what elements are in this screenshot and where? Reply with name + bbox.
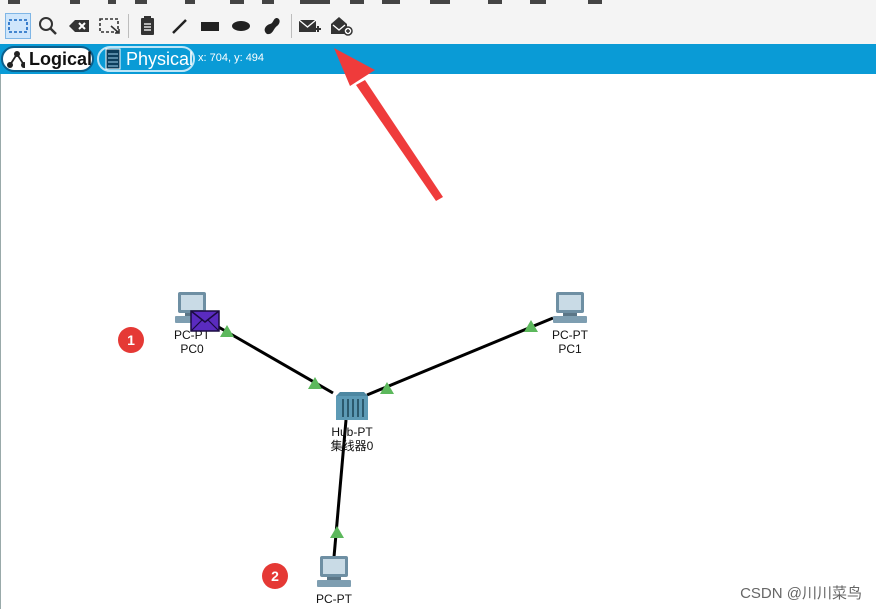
resize-icon — [99, 18, 120, 34]
pdu-envelope-icon — [190, 310, 220, 337]
rectangle-tool-button[interactable] — [197, 13, 223, 39]
device-pc2[interactable]: PC-PT — [302, 555, 366, 606]
device-pc1[interactable]: PC-PT PC1 — [538, 291, 602, 356]
freeform-icon — [264, 18, 280, 35]
inspect-tool-button[interactable] — [35, 13, 61, 39]
ellipse-icon — [232, 21, 250, 31]
cursor-coordinates: x: 704, y: 494 — [198, 52, 265, 64]
tab-logical-label: Logical — [28, 48, 92, 69]
tab-logical[interactable]: Logical — [1, 46, 94, 72]
note-icon — [141, 16, 154, 35]
delete-tool-button[interactable] — [66, 13, 92, 39]
device-name-label: 集线器0 — [330, 439, 374, 453]
ellipse-tool-button[interactable] — [228, 13, 254, 39]
tab-physical[interactable]: Physical — [97, 46, 195, 72]
hub-icon — [336, 392, 368, 420]
device-type-label: PC-PT — [552, 328, 588, 342]
device-type-label: PC-PT — [316, 592, 352, 606]
logical-topology-icon — [7, 51, 25, 68]
pc-icon — [317, 556, 351, 587]
pc-icon — [553, 292, 587, 323]
toolbar-separator — [128, 14, 129, 38]
rectangle-icon — [201, 22, 219, 31]
freeform-tool-button[interactable] — [258, 13, 284, 39]
tab-physical-label: Physical — [125, 48, 193, 69]
select-tool-button[interactable] — [5, 13, 31, 39]
partially-visible-toolbar-row — [0, 0, 876, 8]
physical-rack-icon — [105, 48, 121, 70]
line-tool-button[interactable] — [166, 13, 192, 39]
step-badge-2: 2 — [262, 563, 288, 589]
watermark: CSDN @川川菜鸟 — [740, 585, 862, 602]
line-icon — [172, 19, 187, 34]
inspect-icon — [39, 17, 57, 35]
resize-tool-button[interactable] — [97, 13, 123, 39]
toolbar — [0, 0, 876, 45]
device-type-label: Hub-PT — [331, 425, 373, 439]
step-badge-1: 1 — [118, 327, 144, 353]
delete-icon — [69, 20, 89, 32]
device-name-label: PC1 — [558, 342, 582, 356]
device-hub0[interactable]: Hub-PT 集线器0 — [316, 390, 388, 453]
add-complex-pdu-button[interactable] — [328, 13, 354, 39]
add-simple-pdu-button[interactable] — [297, 13, 323, 39]
add-complex-pdu-icon — [331, 17, 353, 36]
add-simple-pdu-icon — [298, 19, 321, 32]
toolbar-separator — [291, 14, 292, 38]
device-name-label: PC0 — [180, 342, 204, 356]
select-icon — [8, 19, 28, 33]
note-tool-button[interactable] — [135, 13, 161, 39]
workspace-tab-bar: Logical Physical x: 704, y: 494 — [0, 44, 876, 74]
